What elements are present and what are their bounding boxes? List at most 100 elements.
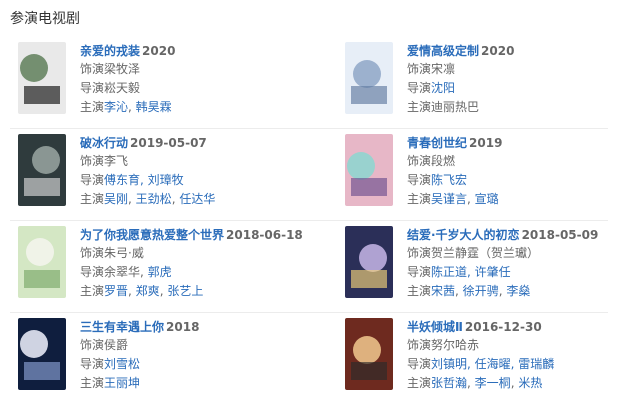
poster-figure [353,336,381,364]
drama-poster[interactable] [18,42,66,114]
poster-art [18,226,66,298]
drama-card: 半妖倾城Ⅱ 2016-12-30 饰演努尔哈赤 导演刘镇明, 任海曜, 雷瑞麟 主演张哲… [345,318,618,410]
director-link[interactable]: 刘镇明, 任海曜, 雷瑞麟 [431,357,554,371]
actors-prefix: 主演 [407,284,432,298]
drama-info: 半妖倾城Ⅱ 2016-12-30 饰演努尔哈赤 导演刘镇明, 任海曜, 雷瑞麟 主演张哲… [407,318,618,393]
drama-poster[interactable] [18,226,66,298]
actors-prefix: 主演 [80,376,105,390]
drama-title-link[interactable]: 青春创世纪 [407,136,467,150]
actors-prefix: 主演 [407,100,432,114]
director-link[interactable]: 陈正道, 许肇任 [431,265,511,279]
drama-title-link[interactable]: 爱情高级定制 [407,44,479,58]
poster-figure [20,54,48,82]
role-name: 朱弓·威 [104,246,144,260]
director-link[interactable]: 刘雪松 [104,357,140,371]
drama-card: 爱情高级定制 2020 饰演宋凛 导演沈阳 主演迪丽热巴 [345,42,618,134]
role-name: 李飞 [104,154,129,168]
actor-link[interactable]: 郑爽 [136,284,160,298]
drama-info: 爱情高级定制 2020 饰演宋凛 导演沈阳 主演迪丽热巴 [407,42,618,117]
drama-card: 破冰行动 2019-05-07 饰演李飞 导演傅东育, 刘璋牧 主演吴刚, 王劲松, 任… [18,134,318,226]
drama-poster[interactable] [18,134,66,206]
drama-info: 亲爱的戎装 2020 饰演梁牧泽 导演崧天毅 主演李沁, 韩昊霖 [80,42,310,117]
director-prefix: 导演 [407,173,432,187]
actor-link[interactable]: 李燊 [506,284,530,298]
actor-link[interactable]: 韩昊霖 [136,100,172,114]
drama-info: 破冰行动 2019-05-07 饰演李飞 导演傅东育, 刘璋牧 主演吴刚, 王劲松, 任… [80,134,310,209]
drama-info: 青春创世纪 2019 饰演段燃 导演陈飞宏 主演吴谨言, 宣璐 [407,134,618,209]
poster-accent [24,178,60,196]
actor-static: 迪丽热巴 [431,100,480,114]
director-prefix: 导演 [407,357,432,371]
drama-info: 三生有幸遇上你 2018 饰演侯爵 导演刘雪松 主演王丽坤 [80,318,310,393]
drama-card: 三生有幸遇上你 2018 饰演侯爵 导演刘雪松 主演王丽坤 [18,318,318,410]
drama-role: 饰演段燃 [407,152,618,171]
actor-link[interactable]: 徐开骋 [463,284,499,298]
director-link[interactable]: 郭虎 [148,265,172,279]
poster-figure [347,152,375,180]
actor-link[interactable]: 米热 [518,376,542,390]
row-divider [10,312,608,313]
drama-year: 2019-05-07 [130,136,207,150]
actor-link[interactable]: 吴谨言 [431,192,467,206]
drama-poster[interactable] [345,134,393,206]
director-prefix: 导演 [407,265,432,279]
actor-link[interactable]: 任达华 [179,192,215,206]
drama-title-link[interactable]: 破冰行动 [80,136,128,150]
role-name: 梁牧泽 [104,62,141,76]
drama-actors: 主演吴谨言, 宣璐 [407,190,618,209]
director-prefix: 导演 [80,81,105,95]
poster-accent [351,86,387,104]
poster-accent [351,178,387,196]
actor-link[interactable]: 吴刚 [104,192,128,206]
actor-link[interactable]: 宋茜 [431,284,455,298]
role-name: 贺兰静霆（贺兰瓛） [431,246,540,260]
actor-link[interactable]: 宣璐 [475,192,499,206]
drama-title-link[interactable]: 亲爱的戎装 [80,44,140,58]
drama-actors: 主演张哲瀚, 李一桐, 米热 [407,374,618,393]
drama-director: 导演陈正道, 许肇任 [407,263,618,282]
actors-prefix: 主演 [407,376,432,390]
drama-card: 亲爱的戎装 2020 饰演梁牧泽 导演崧天毅 主演李沁, 韩昊霖 [18,42,318,134]
drama-role: 饰演侯爵 [80,336,310,355]
drama-title-line: 为了你我愿意热爱整个世界 2018-06-18 [80,226,310,244]
drama-poster[interactable] [345,226,393,298]
role-name: 侯爵 [104,338,129,352]
drama-actors: 主演吴刚, 王劲松, 任达华 [80,190,310,209]
drama-title-line: 结爱·千岁大人的初恋 2018-05-09 [407,226,618,244]
drama-title-link[interactable]: 为了你我愿意热爱整个世界 [80,228,224,242]
director-prefix: 导演 [407,81,432,95]
drama-director: 导演陈飞宏 [407,171,618,190]
drama-info: 为了你我愿意热爱整个世界 2018-06-18 饰演朱弓·威 导演余翠华, 郭虎 主演罗… [80,226,310,301]
drama-title-link[interactable]: 结爱·千岁大人的初恋 [407,228,520,242]
drama-role: 饰演宋凛 [407,60,618,79]
director-link[interactable]: 陈飞宏 [431,173,467,187]
actor-link[interactable]: 李一桐 [475,376,511,390]
actor-link[interactable]: 张哲瀚 [431,376,467,390]
actor-link[interactable]: 王丽坤 [104,376,140,390]
poster-figure [359,244,387,272]
poster-accent [24,270,60,288]
actor-link[interactable]: 张艺上 [167,284,203,298]
director-prefix: 导演 [80,357,105,371]
drama-actors: 主演宋茜, 徐开骋, 李燊 [407,282,618,301]
drama-role: 饰演贺兰静霆（贺兰瓛） [407,244,618,263]
drama-poster[interactable] [18,318,66,390]
drama-title-link[interactable]: 半妖倾城Ⅱ [407,320,463,334]
drama-title-line: 青春创世纪 2019 [407,134,618,152]
actor-link[interactable]: 王劲松 [136,192,172,206]
actors-prefix: 主演 [80,100,105,114]
director-link[interactable]: 傅东育, 刘璋牧 [104,173,184,187]
role-prefix: 饰演 [407,62,432,76]
drama-poster[interactable] [345,42,393,114]
poster-accent [351,362,387,380]
drama-role: 饰演梁牧泽 [80,60,310,79]
poster-accent [24,362,60,380]
actor-link[interactable]: 罗晋 [104,284,128,298]
drama-title-line: 三生有幸遇上你 2018 [80,318,310,336]
actor-link[interactable]: 李沁 [104,100,128,114]
poster-figure [20,330,48,358]
drama-poster[interactable] [345,318,393,390]
director-link[interactable]: 沈阳 [431,81,455,95]
role-prefix: 饰演 [80,338,105,352]
drama-title-link[interactable]: 三生有幸遇上你 [80,320,164,334]
